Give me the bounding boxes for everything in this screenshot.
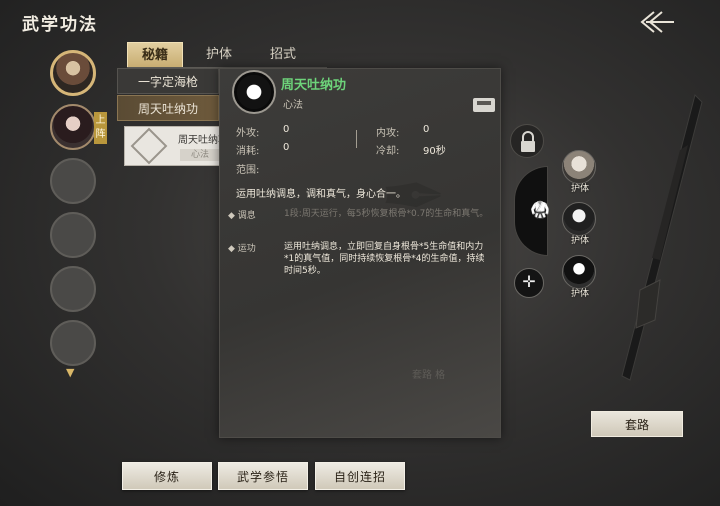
- list-item-breathing-skill[interactable]: 周天吐纳功: [117, 95, 219, 121]
- avatar-companion[interactable]: [50, 104, 96, 150]
- ext-attack-label: 外攻:: [236, 128, 260, 139]
- effect-label-regulate: ◆ 调息: [228, 211, 256, 221]
- tab-secret-manual[interactable]: 秘籍: [127, 42, 183, 68]
- int-attack-value: 0: [423, 124, 430, 135]
- equip-stamp-icon[interactable]: [473, 98, 495, 112]
- custom-combo-button[interactable]: 自创连招: [315, 462, 405, 490]
- guard-slot-2[interactable]: [562, 202, 596, 236]
- cost-value: 0: [283, 142, 290, 153]
- stat-divider: [356, 130, 357, 148]
- range-label: 范围:: [236, 165, 260, 176]
- martial-figure-icon: 🥋: [530, 200, 550, 219]
- routine-hint: 套路 格: [412, 370, 446, 381]
- cost-label: 消耗:: [236, 146, 260, 157]
- back-button[interactable]: [636, 8, 676, 36]
- lock-button[interactable]: [510, 124, 544, 158]
- skill-description: 运用吐纳调息，调和真气，身心合一。: [236, 189, 406, 200]
- train-button[interactable]: 修炼: [122, 462, 212, 490]
- guard-slot-label: 护体: [571, 236, 590, 246]
- list-item-spear-skill[interactable]: 一字定海枪: [117, 68, 219, 94]
- guard-slot-1[interactable]: [562, 150, 596, 184]
- skill-type: 心法: [283, 100, 303, 111]
- skill-name: 周天吐纳功: [281, 78, 347, 93]
- avatar-empty-slot[interactable]: [50, 266, 96, 312]
- effect-text-regulate: 1段:周天运行，每5秒恢复根骨*0.7的生命和真气。: [284, 209, 489, 219]
- avatar-empty-slot[interactable]: [50, 212, 96, 258]
- cooldown-value: 90秒: [423, 146, 446, 157]
- avatar-empty-slot[interactable]: [50, 158, 96, 204]
- guard-slot-label: 护体: [571, 184, 590, 194]
- effect-label-exert: ◆ 运功: [228, 244, 256, 254]
- tab-body-guard[interactable]: 护体: [191, 42, 247, 68]
- int-attack-label: 内攻:: [376, 128, 400, 139]
- crosshair-button[interactable]: ✛: [514, 268, 544, 298]
- skill-yin-yang-icon: [232, 70, 276, 114]
- guard-slot-3[interactable]: [562, 255, 596, 289]
- comprehend-button[interactable]: 武学参悟: [218, 462, 308, 490]
- guard-slot-label: 护体: [571, 289, 590, 299]
- card-skill-tag: 心法: [180, 149, 220, 161]
- spear-decoration: [621, 94, 703, 381]
- avatar-empty-slot[interactable]: [50, 320, 96, 366]
- tab-moves[interactable]: 招式: [255, 42, 311, 68]
- crosshair-icon: ✛: [522, 272, 536, 291]
- avatar-hero[interactable]: [50, 50, 96, 96]
- deploy-badge: 上阵: [94, 112, 107, 144]
- effect-text-exert: 运用吐纳调息，立即回复自身根骨*5生命值和内力*1的真气值，同时持续恢复根骨*4…: [284, 242, 485, 276]
- cooldown-label: 冷却:: [376, 146, 400, 157]
- page-title: 武学功法: [22, 15, 98, 35]
- routine-button[interactable]: 套路: [591, 411, 683, 437]
- lock-icon: [521, 131, 535, 152]
- chevron-down-icon[interactable]: ▼: [66, 366, 74, 379]
- ext-attack-value: 0: [283, 124, 290, 135]
- back-arrow-icon: [640, 11, 674, 33]
- card-skill-name: 周天吐纳功: [178, 135, 222, 146]
